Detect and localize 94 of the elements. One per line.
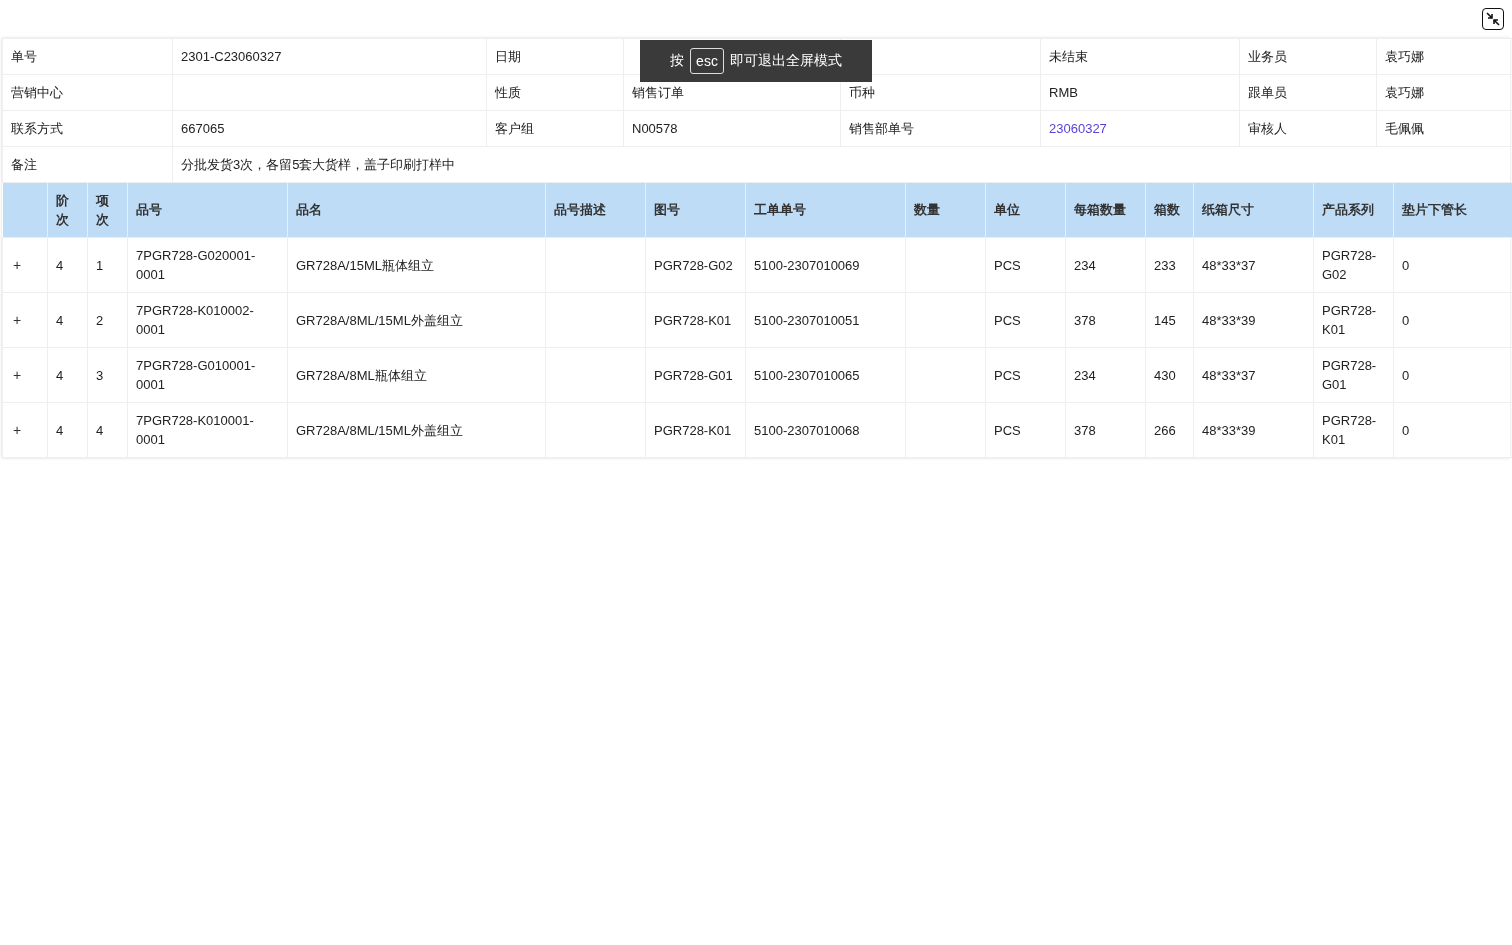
field-label: 性质 (495, 84, 521, 100)
field-value: N00578 (632, 121, 678, 136)
table-cell: 48*33*39 (1202, 312, 1256, 328)
field-label: 跟单员 (1248, 84, 1287, 100)
table-cell: 3 (96, 367, 104, 383)
table-cell: 145 (1154, 312, 1176, 328)
table-cell: 5100-2307010068 (754, 422, 860, 438)
table-cell: 4 (56, 367, 64, 383)
table-cell: 5100-2307010051 (754, 312, 860, 328)
toast-text: 按 (670, 52, 685, 70)
table-cell: PCS (994, 257, 1021, 273)
expand-button[interactable]: + (11, 311, 24, 328)
table-cell: 7PGR728-K010002-0001 (136, 303, 254, 337)
table-cell: PGR728-K01 (1322, 413, 1377, 447)
field-value: 袁巧娜 (1385, 48, 1424, 64)
field-label: 客户组 (495, 120, 534, 136)
column-header: 品号 (136, 202, 162, 217)
expand-button[interactable]: + (11, 366, 24, 383)
field-label: 业务员 (1248, 48, 1287, 64)
table-cell: 378 (1074, 312, 1096, 328)
field-value: 未结束 (1049, 48, 1088, 64)
field-value: 毛佩佩 (1385, 120, 1424, 136)
table-cell: 4 (56, 257, 64, 273)
table-cell: 48*33*39 (1202, 422, 1256, 438)
table-cell: 48*33*37 (1202, 257, 1256, 273)
field-label: 销售部单号 (849, 120, 914, 136)
table-cell: 7PGR728-G020001-0001 (136, 248, 256, 282)
table-cell: 233 (1154, 257, 1176, 273)
exit-fullscreen-button[interactable] (1482, 8, 1504, 30)
field-value: 销售订单 (632, 84, 684, 100)
table-cell: 7PGR728-G010001-0001 (136, 358, 256, 392)
order-link[interactable]: 23060327 (1049, 121, 1107, 136)
table-cell: 0 (1402, 312, 1410, 328)
field-label: 备注 (11, 156, 37, 172)
field-value: 分批发货3次，各留5套大货样，盖子印刷打样中 (181, 156, 456, 172)
table-cell: PCS (994, 367, 1021, 383)
table-cell: 234 (1074, 257, 1096, 273)
column-header: 垫片下管长 (1402, 202, 1467, 217)
column-header: 箱数 (1154, 202, 1180, 217)
table-cell: GR728A/8ML/15ML外盖组立 (296, 422, 463, 438)
column-header: 品名 (296, 202, 322, 217)
field-label: 单号 (11, 48, 37, 64)
table-cell: 1 (96, 257, 104, 273)
field-value: 2301-C23060327 (181, 49, 282, 64)
table-cell: 0 (1402, 367, 1410, 383)
column-header: 数量 (914, 202, 940, 217)
column-header: 每箱数量 (1074, 202, 1126, 217)
table-cell: PGR728-G02 (654, 257, 733, 273)
column-header: 品号描述 (554, 202, 606, 217)
table-cell: PGR728-K01 (1322, 303, 1377, 337)
toast-text: 即可退出全屏模式 (729, 52, 842, 70)
field-value: 袁巧娜 (1385, 84, 1424, 100)
field-value: RMB (1049, 85, 1078, 100)
field-label: 营销中心 (11, 84, 63, 100)
table-cell: 0 (1402, 257, 1410, 273)
column-header: 产品系列 (1322, 202, 1374, 217)
field-label: 日期 (495, 48, 521, 64)
expand-button[interactable]: + (11, 256, 24, 273)
table-cell: 5100-2307010065 (754, 367, 860, 383)
table-cell: 48*33*37 (1202, 367, 1256, 383)
column-header: 阶次 (56, 192, 69, 229)
table-cell: PCS (994, 312, 1021, 328)
table-cell: 4 (56, 422, 64, 438)
table-cell: PGR728-G01 (1322, 358, 1377, 392)
column-header: 项次 (96, 192, 109, 229)
table-cell: 430 (1154, 367, 1176, 383)
field-label: 币种 (849, 84, 875, 100)
table-cell: GR728A/15ML瓶体组立 (296, 257, 434, 273)
expand-button[interactable]: + (11, 421, 24, 438)
table-cell: 234 (1074, 367, 1096, 383)
table-cell: 4 (96, 422, 104, 438)
column-header: 纸箱尺寸 (1202, 202, 1254, 217)
table-cell: 2 (96, 312, 104, 328)
table-cell: 378 (1074, 422, 1096, 438)
table-cell: 266 (1154, 422, 1176, 438)
table-cell: PGR728-G02 (1322, 248, 1377, 282)
table-cell: GR728A/8ML瓶体组立 (296, 367, 427, 383)
field-value: 667065 (181, 121, 225, 136)
table-cell: PCS (994, 422, 1021, 438)
table-cell: 0 (1402, 422, 1410, 438)
table-cell: 7PGR728-K010001-0001 (136, 413, 254, 447)
table-cell: 4 (56, 312, 64, 328)
table-cell: PGR728-K01 (654, 312, 732, 328)
esc-key: esc (690, 48, 724, 74)
table-cell: GR728A/8ML/15ML外盖组立 (296, 312, 463, 328)
table-cell: 5100-2307010069 (754, 257, 860, 273)
column-header: 单位 (994, 202, 1020, 217)
exit-fullscreen-icon (1484, 10, 1502, 28)
column-header: 图号 (654, 202, 680, 217)
field-label: 联系方式 (11, 120, 63, 136)
table-cell: PGR728-G01 (654, 367, 733, 383)
column-header: 工单单号 (754, 202, 806, 217)
field-label: 审核人 (1248, 120, 1287, 136)
table-cell: PGR728-K01 (654, 422, 732, 438)
